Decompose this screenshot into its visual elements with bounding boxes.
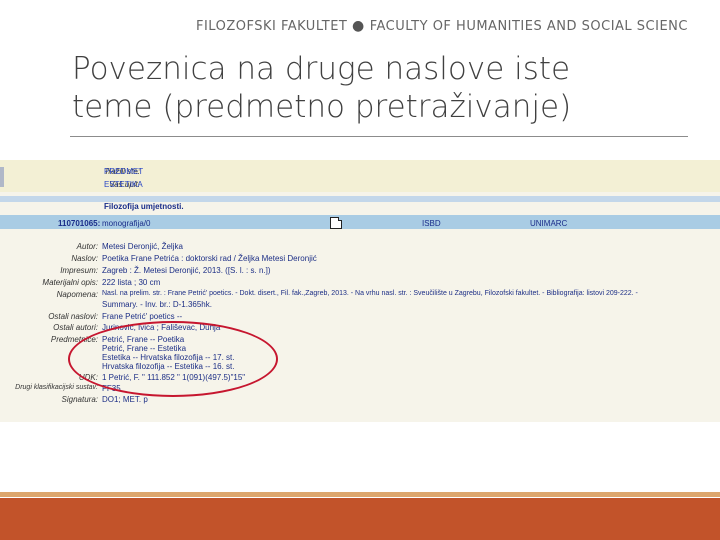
field-value: Nasl. na prelim. str. : Frane Petrić' po… [102, 290, 638, 297]
record-id: 110701065: [58, 219, 101, 228]
search-query-row: Vaš upit: ESTETIKA [0, 180, 720, 191]
field-label: Ostali naslovi: [48, 312, 98, 321]
field-value: Summary. - Inv. br.: D-1.365hk. [102, 300, 212, 309]
field-label: Materijalni opis: [42, 278, 98, 287]
unimarc-link[interactable]: UNIMARC [530, 219, 567, 228]
footer-accent-line [0, 492, 720, 497]
window-edge-tab [0, 167, 4, 187]
field-label: Autor: [76, 242, 98, 251]
faculty-banner: FILOZOFSKI FAKULTET ● FACULTY OF HUMANIT… [196, 18, 688, 38]
field-value: Zagreb : Ž. Metesi Deronjić, 2013. ([S. … [102, 266, 271, 275]
field-label: Naslov: [71, 254, 98, 263]
faculty-name-english: FACULTY OF HUMANITIES AND SOCIAL SCIENCE… [369, 19, 688, 34]
work-title[interactable]: Filozofija umjetnosti. [104, 202, 184, 211]
field-label: Impresum: [60, 266, 98, 275]
field-label: Signatura: [61, 395, 98, 404]
field-label: Ostali autori: [53, 323, 98, 332]
field-value: Poetika Frane Petrića : doktorski rad / … [102, 254, 317, 263]
field-value[interactable]: Metesi Deronjić, Željka [102, 242, 183, 251]
field-value: DO1; MET. p [102, 395, 148, 404]
title-divider [70, 136, 688, 137]
field-value: Frane Petrić' poetics -- [102, 312, 183, 321]
field-label: Napomena: [56, 290, 98, 299]
document-icon[interactable] [330, 217, 342, 229]
search-field-row: Tražili ste: PREDMET [0, 167, 720, 178]
isbd-link[interactable]: ISBD [422, 219, 441, 228]
bullet-icon: ● [352, 18, 370, 34]
field-label: Drugi klasifikacijski sustav: [15, 384, 98, 391]
search-field-value: PREDMET [104, 167, 144, 176]
search-query-value: ESTETIKA [104, 180, 143, 189]
record-type: monografija/0 [102, 219, 151, 228]
annotation-circle [68, 321, 278, 397]
field-value: 222 lista ; 30 cm [102, 278, 161, 287]
faculty-name-croatian: FILOZOFSKI FAKULTET [196, 19, 348, 34]
slide-title: Poveznica na druge naslove iste teme (pr… [72, 50, 672, 126]
slide-title-line-2: teme (predmetno pretraživanje) [72, 89, 572, 125]
slide-title-line-1: Poveznica na druge naslove iste [72, 51, 571, 87]
footer-bar [0, 498, 720, 540]
